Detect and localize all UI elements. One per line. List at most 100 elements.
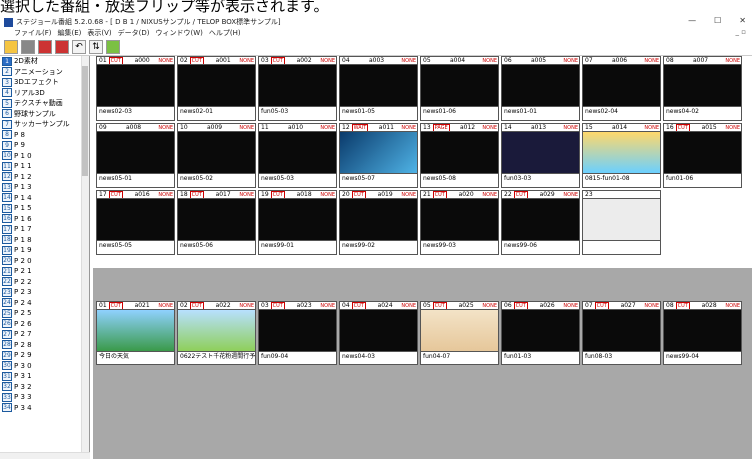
page-list-hscrollbar[interactable] [0,452,90,459]
sidebar-item-p22[interactable]: 22 P 2 2 [0,277,89,288]
cell-tag: CUT [594,302,609,309]
sidebar-item-p29[interactable]: 29 P 2 9 [0,350,89,361]
flip-cell[interactable]: 19 CUT a018 NONE news99-01 [258,190,337,255]
sidebar-item-p1[interactable]: 1 2D素材 [0,56,89,67]
cell-tag: CUT [270,302,285,309]
flip-cell[interactable]: 13 PAGE a012 NONE news05-08 [420,123,499,188]
flip-cell[interactable]: 18 CUT a017 NONE news05-06 [177,190,256,255]
stop-icon[interactable] [21,39,35,54]
undo-icon[interactable]: ↶ [72,39,86,54]
flip-cell[interactable]: 16 CUT a015 NONE fun01-06 [663,123,742,188]
flip-cell[interactable]: 21 CUT a020 NONE news99-03 [420,190,499,255]
sidebar-item-p30[interactable]: 30 P 3 0 [0,361,89,372]
menu-window[interactable]: ウィンドウ(W) [156,28,203,38]
flip-cell[interactable]: 04 CUT a024 NONE news04-03 [339,301,418,365]
flip-cell[interactable]: 11 a010 NONE news05-03 [258,123,337,188]
flip-cell[interactable]: 01 CUT a021 NONE 今日の天気 [96,301,175,365]
flip-cell[interactable]: 09 a008 NONE news05-01 [96,123,175,188]
close-button[interactable]: ✕ [739,16,746,25]
sidebar-item-p34[interactable]: 34 P 3 4 [0,403,89,414]
flip-cell[interactable]: 05 CUT a025 NONE fun04-07 [420,301,499,365]
sidebar-item-label: P 2 5 [14,309,32,318]
flip-cell[interactable]: 10 a009 NONE news05-02 [177,123,256,188]
sidebar-item-p18[interactable]: 18 P 1 8 [0,235,89,246]
sidebar-item-p8[interactable]: 8P 8 [0,130,89,141]
flip-cell[interactable]: 02 CUT a001 NONE news02-01 [177,56,256,121]
layout-left-icon[interactable] [38,39,52,54]
sidebar-item-p25[interactable]: 25 P 2 5 [0,308,89,319]
sidebar-item-p2[interactable]: 2 アニメーション [0,67,89,78]
flip-cell[interactable]: 17 CUT a016 NONE news05-05 [96,190,175,255]
sidebar-item-p20[interactable]: 20 P 2 0 [0,256,89,267]
cell-thumbnail [340,199,417,240]
sidebar-item-p3[interactable]: 3 3Dエフェクト [0,77,89,88]
mdi-controls[interactable]: _ ▫ [736,28,746,36]
maximize-button[interactable]: ☐ [714,16,721,25]
sidebar-item-p6[interactable]: 6 野球サンプル [0,109,89,120]
open-folder-icon[interactable] [4,39,18,54]
flip-cell[interactable]: 20 CUT a019 NONE news99-02 [339,190,418,255]
sidebar-item-p14[interactable]: 14 P 1 4 [0,193,89,204]
sidebar-item-p5[interactable]: 5 テクスチャ動画 [0,98,89,109]
flip-cell[interactable]: 14 a013 NONE fun03-03 [501,123,580,188]
menu-edit[interactable]: 編集(E) [58,28,82,38]
cell-number: 12 [342,124,350,131]
sidebar-item-p16[interactable]: 16 P 1 6 [0,214,89,225]
sidebar-item-p15[interactable]: 15 P 1 5 [0,203,89,214]
sidebar-item-p27[interactable]: 27 P 2 7 [0,329,89,340]
flip-cell[interactable]: 07 a006 NONE news02-04 [582,56,661,121]
cell-header: 12 WAIT a011 NONE [340,124,417,132]
sidebar-item-p7[interactable]: 7 サッカーサンプル [0,119,89,130]
flip-cell[interactable]: 05 a004 NONE news01-06 [420,56,499,121]
sidebar-item-p23[interactable]: 23 P 2 3 [0,287,89,298]
flip-cell[interactable]: 22 CUT a029 NONE news99-06 [501,190,580,255]
sidebar-item-p26[interactable]: 26 P 2 6 [0,319,89,330]
sidebar-item-p21[interactable]: 21 P 2 1 [0,266,89,277]
sidebar-item-p11[interactable]: 11 P 1 1 [0,161,89,172]
sidebar-item-p9[interactable]: 9P 9 [0,140,89,151]
flip-cell[interactable]: 06 a005 NONE news01-01 [501,56,580,121]
sidebar-item-p28[interactable]: 28 P 2 8 [0,340,89,351]
sidebar-item-p32[interactable]: 32 P 3 2 [0,382,89,393]
cell-flag: NONE [401,124,416,131]
cell-header: 08 CUT a028 NONE [664,302,741,310]
sidebar-item-p4[interactable]: 4 リアル3D [0,88,89,99]
cell-header: 23 [583,191,660,199]
minimize-button[interactable]: — [688,16,696,25]
sidebar-item-p33[interactable]: 33 P 3 3 [0,392,89,403]
scrollbar-thumb[interactable] [82,66,88,176]
page-list-scrollbar[interactable] [81,56,89,452]
sidebar-item-p13[interactable]: 13 P 1 3 [0,182,89,193]
flip-cell[interactable]: 12 WAIT a011 NONE news05-07 [339,123,418,188]
menu-help[interactable]: ヘルプ(H) [209,28,241,38]
flip-cell[interactable]: 01 CUT a000 NONE news02-03 [96,56,175,121]
sidebar-item-p10[interactable]: 10 P 1 0 [0,151,89,162]
sidebar-item-p24[interactable]: 24 P 2 4 [0,298,89,309]
flip-cell[interactable]: 08 a007 NONE news04-02 [663,56,742,121]
sidebar-item-p17[interactable]: 17 P 1 7 [0,224,89,235]
layout-right-icon[interactable] [55,39,69,54]
flip-cell[interactable]: 08 CUT a028 NONE news99-04 [663,301,742,365]
flip-cell[interactable]: 06 CUT a026 NONE fun01-03 [501,301,580,365]
sidebar-item-p31[interactable]: 31 P 3 1 [0,371,89,382]
flip-cell[interactable]: 03 CUT a023 NONE fun09-04 [258,301,337,365]
sidebar-item-p12[interactable]: 12 P 1 2 [0,172,89,183]
flip-cell[interactable]: 02 CUT a022 NONE 0622テスト千花粉週間行予報 [177,301,256,365]
flip-cell[interactable]: 04 a003 NONE news01-05 [339,56,418,121]
sort-icon[interactable]: ⇅ [89,39,103,54]
cell-flag: NONE [563,191,578,198]
page-number-badge: 16 [2,214,12,224]
menu-view[interactable]: 表示(V) [87,28,111,38]
cell-thumbnail [502,310,579,351]
flip-cell[interactable]: 07 CUT a027 NONE fun08-03 [582,301,661,365]
sidebar-item-p19[interactable]: 19 P 1 9 [0,245,89,256]
flip-cell[interactable]: 15 a014 NONE 0815-fun01-08 [582,123,661,188]
grid-icon[interactable] [106,39,120,54]
menu-data[interactable]: データ(D) [118,28,150,38]
flip-cell[interactable]: 03 CUT a002 NONE fun05-03 [258,56,337,121]
cell-header: 05 a004 NONE [421,57,498,65]
menu-file[interactable]: ファイル(F) [14,28,52,38]
flip-cell[interactable]: 23 [582,190,661,255]
cell-flag: NONE [320,57,335,64]
cell-code: a019 [377,191,393,198]
